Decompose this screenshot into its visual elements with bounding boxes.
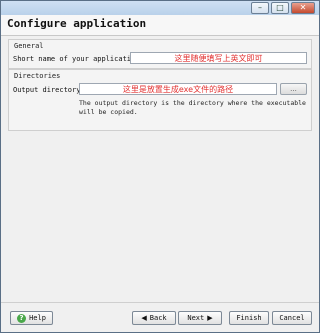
- title-bar: – □ ✕: [1, 1, 319, 15]
- back-button[interactable]: ◀ Back: [132, 311, 176, 325]
- general-group-title: General: [14, 42, 44, 50]
- help-button-label: Help: [29, 314, 46, 322]
- footer-divider: [1, 302, 319, 303]
- output-directory-label: Output directory:: [13, 86, 85, 94]
- page-header: Configure application: [1, 15, 319, 36]
- cancel-button-label: Cancel: [279, 314, 305, 322]
- next-arrow-icon: ▶: [207, 314, 213, 322]
- short-name-input[interactable]: 这里随便填写上英文即可: [130, 52, 307, 64]
- short-name-label: Short name of your application:: [13, 55, 144, 63]
- configure-dialog: – □ ✕ Configure application General Shor…: [0, 0, 320, 333]
- back-button-label: Back: [149, 314, 167, 322]
- help-button[interactable]: ? Help: [10, 311, 53, 325]
- directories-group: Directories Output directory: 这里是放置生成exe…: [8, 69, 312, 131]
- help-icon: ?: [17, 313, 27, 323]
- close-button[interactable]: ✕: [291, 2, 315, 14]
- directories-group-title: Directories: [14, 72, 61, 80]
- page-title: Configure application: [7, 17, 147, 30]
- minimize-button[interactable]: –: [251, 2, 269, 14]
- next-button[interactable]: Next ▶: [178, 311, 222, 325]
- next-button-label: Next: [187, 314, 205, 322]
- back-arrow-icon: ◀: [141, 314, 147, 322]
- browse-button[interactable]: ...: [280, 83, 307, 95]
- finish-button-label: Finish: [236, 314, 262, 322]
- output-directory-description: The output directory is the directory wh…: [79, 99, 306, 116]
- window-controls: – □ ✕: [251, 2, 315, 14]
- output-directory-input[interactable]: 这里是放置生成exe文件的路径: [79, 83, 277, 95]
- cancel-button[interactable]: Cancel: [272, 311, 312, 325]
- general-group: General Short name of your application: …: [8, 39, 312, 69]
- finish-button[interactable]: Finish: [229, 311, 269, 325]
- restore-button[interactable]: □: [271, 2, 289, 14]
